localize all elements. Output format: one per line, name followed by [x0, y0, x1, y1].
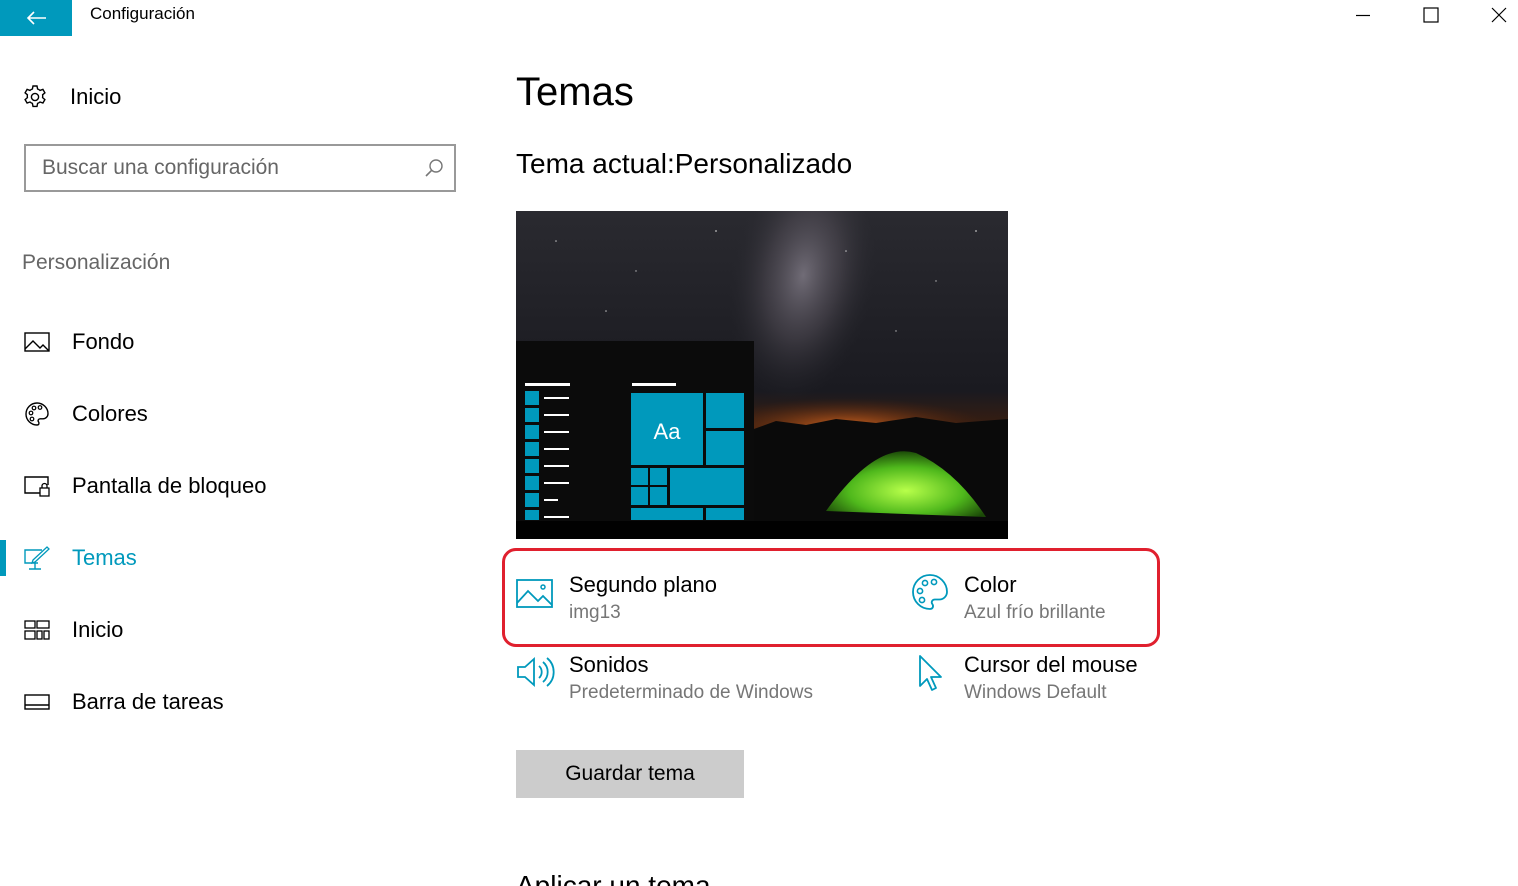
title-bar: Configuración [0, 0, 1518, 36]
page-title: Temas [516, 70, 634, 114]
sounds-option-value: Predeterminado de Windows [569, 682, 813, 703]
current-theme: Tema actual:Personalizado [516, 148, 852, 180]
back-button[interactable] [0, 0, 72, 36]
back-arrow-icon [26, 11, 46, 25]
picture-icon [516, 579, 553, 608]
gear-icon [24, 85, 46, 108]
sidebar-item-label: Temas [72, 545, 137, 570]
sidebar-home[interactable]: Inicio [22, 82, 121, 112]
sidebar-item-barra-de-tareas[interactable]: Barra de tareas [0, 666, 480, 738]
search-icon[interactable] [424, 158, 444, 178]
start-tiles-icon [24, 617, 50, 643]
current-theme-value: Personalizado [674, 148, 853, 179]
color-option-value: Azul frío brillante [964, 602, 1106, 623]
sidebar-item-label: Barra de tareas [72, 689, 224, 714]
sidebar-item-colores[interactable]: Colores [0, 378, 480, 450]
sidebar-item-fondo[interactable]: Fondo [0, 306, 480, 378]
background-option-value: img13 [569, 602, 621, 623]
background-option[interactable]: Segundo plano img13 [515, 572, 717, 628]
picture-icon [24, 329, 50, 355]
themes-icon [24, 545, 50, 571]
sidebar-home-label: Inicio [70, 84, 122, 109]
sidebar-item-temas[interactable]: Temas [0, 522, 480, 594]
speaker-icon [517, 656, 555, 688]
close-button[interactable] [1476, 0, 1518, 30]
palette-icon [24, 401, 50, 427]
lock-screen-icon [24, 473, 50, 499]
sidebar-nav: Fondo Colores Pantalla de bloqueo Temas … [0, 306, 480, 738]
preview-tile-text: Aa [654, 419, 682, 444]
sounds-option-title: Sonidos [569, 652, 649, 677]
sidebar: Inicio Personalización Fondo Colores Pan… [0, 36, 480, 886]
cursor-option-value: Windows Default [964, 682, 1107, 703]
app-title: Configuración [90, 4, 195, 23]
minimize-button[interactable] [1340, 0, 1386, 30]
sidebar-item-inicio[interactable]: Inicio [0, 594, 480, 666]
maximize-button[interactable] [1408, 0, 1454, 30]
sidebar-item-label: Fondo [72, 329, 135, 354]
theme-preview: Aa [516, 211, 1008, 539]
taskbar-icon [24, 689, 50, 715]
sidebar-item-label: Colores [72, 401, 148, 426]
palette-icon [912, 574, 948, 610]
current-theme-label: Tema actual: [516, 148, 675, 179]
close-icon [1491, 7, 1507, 23]
sidebar-item-label: Inicio [72, 617, 124, 642]
cursor-icon [919, 655, 942, 691]
section-label: Personalización [22, 251, 171, 274]
apply-theme-heading: Aplicar un tema [516, 872, 711, 886]
save-theme-button[interactable]: Guardar tema [516, 750, 744, 798]
sidebar-item-label: Pantalla de bloqueo [72, 473, 267, 498]
maximize-icon [1423, 7, 1439, 23]
search-input[interactable] [42, 156, 412, 180]
sidebar-item-pantalla-de-bloqueo[interactable]: Pantalla de bloqueo [0, 450, 480, 522]
cursor-option-title: Cursor del mouse [964, 652, 1138, 677]
color-option-title: Color [964, 572, 1017, 597]
color-option[interactable]: Color Azul frío brillante [910, 572, 1106, 628]
sounds-option[interactable]: Sonidos Predeterminado de Windows [515, 652, 813, 708]
background-option-title: Segundo plano [569, 572, 718, 597]
search-box[interactable] [24, 144, 456, 192]
cursor-option[interactable]: Cursor del mouse Windows Default [910, 652, 1138, 708]
minimize-icon [1356, 14, 1370, 17]
